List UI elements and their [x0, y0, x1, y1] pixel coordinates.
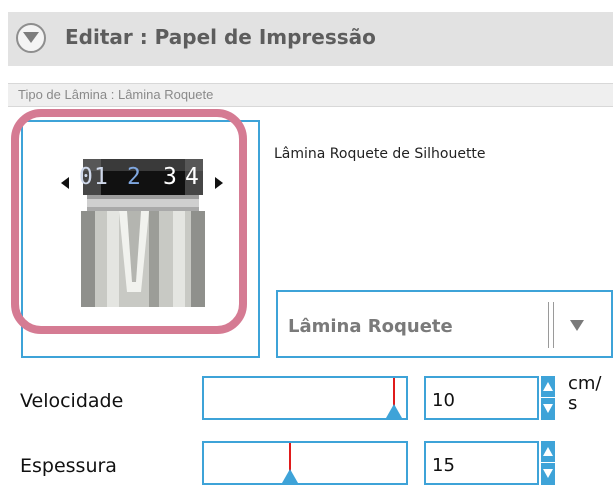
speed-unit: cm/ s: [568, 374, 602, 414]
dial-digit: 1: [94, 164, 108, 190]
arrow-down-icon: [543, 469, 553, 478]
thickness-input[interactable]: 15: [424, 441, 539, 485]
chevron-down-circle-icon: [23, 32, 39, 43]
thickness-slider[interactable]: [202, 441, 408, 485]
blade-type-text: Tipo de Lâmina : Lâmina Roquete: [18, 87, 214, 102]
arrow-up-icon: [543, 447, 553, 456]
blade-type-bar: Tipo de Lâmina : Lâmina Roquete: [8, 83, 613, 107]
speed-decrement-button[interactable]: [541, 398, 555, 419]
thickness-slider-thumb[interactable]: [282, 469, 298, 483]
panel-title: Editar : Papel de Impressão: [65, 25, 376, 49]
speed-label: Velocidade: [20, 390, 124, 412]
speed-stepper[interactable]: [541, 376, 555, 420]
speed-slider-marker: [393, 378, 395, 406]
thickness-stepper[interactable]: [541, 441, 555, 485]
speed-slider-thumb[interactable]: [386, 404, 402, 418]
blade-select-value: Lâmina Roquete: [288, 316, 453, 337]
speed-increment-button[interactable]: [541, 376, 555, 399]
roquete-blade-image: [81, 159, 205, 307]
blade-image-panel[interactable]: 0 1 2 3 4: [21, 120, 260, 358]
blade-select[interactable]: Lâmina Roquete: [276, 290, 613, 358]
thickness-increment-button[interactable]: [541, 441, 555, 464]
speed-slider[interactable]: [202, 376, 408, 420]
blade-description: Lâmina Roquete de Silhouette: [274, 146, 486, 162]
speed-input[interactable]: 10: [424, 376, 539, 420]
arrow-down-icon: [543, 404, 553, 413]
collapse-button[interactable]: [16, 23, 46, 53]
dial-digit: 3: [163, 164, 177, 190]
thickness-label: Espessura: [20, 455, 117, 477]
triangle-down-icon: [570, 320, 584, 331]
thickness-slider-marker: [289, 443, 291, 471]
arrow-up-icon: [543, 382, 553, 391]
dial-digit: 2: [127, 164, 141, 190]
dial-digit: 0: [79, 164, 93, 190]
dial-left-arrow-icon: [61, 177, 69, 189]
dial-right-arrow-icon: [215, 177, 223, 189]
panel-header: Editar : Papel de Impressão: [8, 12, 613, 66]
thickness-decrement-button[interactable]: [541, 463, 555, 484]
dropdown-separator: [548, 302, 554, 348]
dial-digit: 4: [185, 164, 199, 190]
thickness-value: 15: [432, 455, 455, 476]
speed-value: 10: [432, 390, 455, 411]
